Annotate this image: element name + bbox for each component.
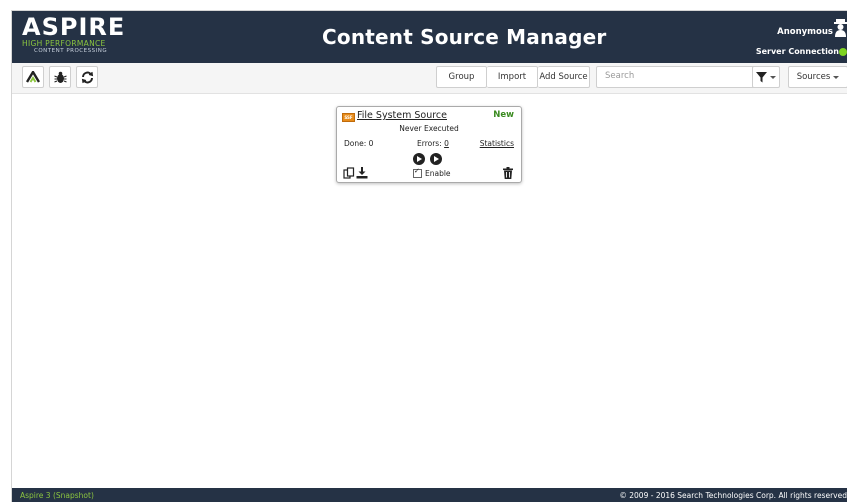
source-name-link[interactable]: File System Source: [357, 110, 447, 121]
app-footer: Aspire 3 (Snapshot) © 2009 - 2016 Search…: [12, 488, 847, 502]
incremental-crawl-play-icon[interactable]: [430, 153, 442, 165]
page-title: Content Source Manager: [322, 25, 607, 49]
version-label: Aspire 3 (Snapshot): [20, 491, 94, 500]
errors-label: Errors:: [417, 139, 442, 148]
app-header: ASPIRE HIGH PERFORMANCE CONTENT PROCESSI…: [12, 11, 847, 63]
errors-count: Errors: 0: [417, 139, 449, 148]
server-connection-label: Server Connection: [755, 47, 839, 56]
aspire-logo[interactable]: ASPIRE HIGH PERFORMANCE CONTENT PROCESSI…: [22, 15, 132, 59]
toolbar: Group Import Add Source Search Sources: [12, 63, 847, 94]
refresh-button[interactable]: [76, 66, 98, 88]
file-system-icon: SSF: [342, 113, 355, 122]
done-count: Done: 0: [344, 139, 374, 148]
sources-dropdown-label: Sources: [796, 72, 831, 82]
copyright-label: © 2009 - 2016 Search Technologies Corp. …: [619, 491, 847, 500]
chevron-down-icon: [833, 75, 840, 79]
trash-icon[interactable]: [503, 167, 513, 179]
debug-button[interactable]: [49, 66, 71, 88]
aspire-logo-icon: [26, 71, 40, 83]
source-card: SSF File System Source New Never Execute…: [336, 106, 522, 183]
sources-dropdown[interactable]: Sources: [788, 66, 847, 88]
enable-checkbox[interactable]: [413, 167, 422, 178]
filter-button[interactable]: [752, 66, 780, 88]
aspire-home-button[interactable]: [22, 66, 44, 88]
search-input[interactable]: Search: [596, 66, 755, 88]
chevron-down-icon: [770, 75, 776, 79]
bug-icon: [53, 71, 67, 83]
import-button[interactable]: Import: [487, 66, 538, 88]
group-button[interactable]: Group: [436, 66, 487, 88]
enable-label: Enable: [425, 169, 451, 178]
add-source-button[interactable]: Add Source: [538, 66, 590, 88]
copy-icon[interactable]: [343, 167, 355, 179]
logo-wordmark: ASPIRE: [22, 13, 126, 41]
logo-subtagline: CONTENT PROCESSING: [34, 48, 108, 54]
statistics-link[interactable]: Statistics: [480, 139, 514, 148]
errors-link[interactable]: 0: [444, 139, 449, 148]
connection-status-dot: [839, 48, 847, 56]
refresh-icon: [81, 71, 93, 83]
filter-icon: [756, 71, 767, 82]
user-name[interactable]: Anonymous: [777, 27, 833, 37]
full-crawl-play-icon[interactable]: [413, 153, 425, 165]
logo-tagline: HIGH PERFORMANCE: [22, 39, 106, 48]
enable-toggle[interactable]: Enable: [413, 167, 451, 178]
download-icon[interactable]: [356, 167, 368, 179]
user-icon[interactable]: [834, 19, 847, 37]
app-window: ASPIRE HIGH PERFORMANCE CONTENT PROCESSI…: [11, 10, 847, 502]
execution-status: Never Executed: [399, 124, 459, 133]
source-status: New: [493, 110, 514, 120]
